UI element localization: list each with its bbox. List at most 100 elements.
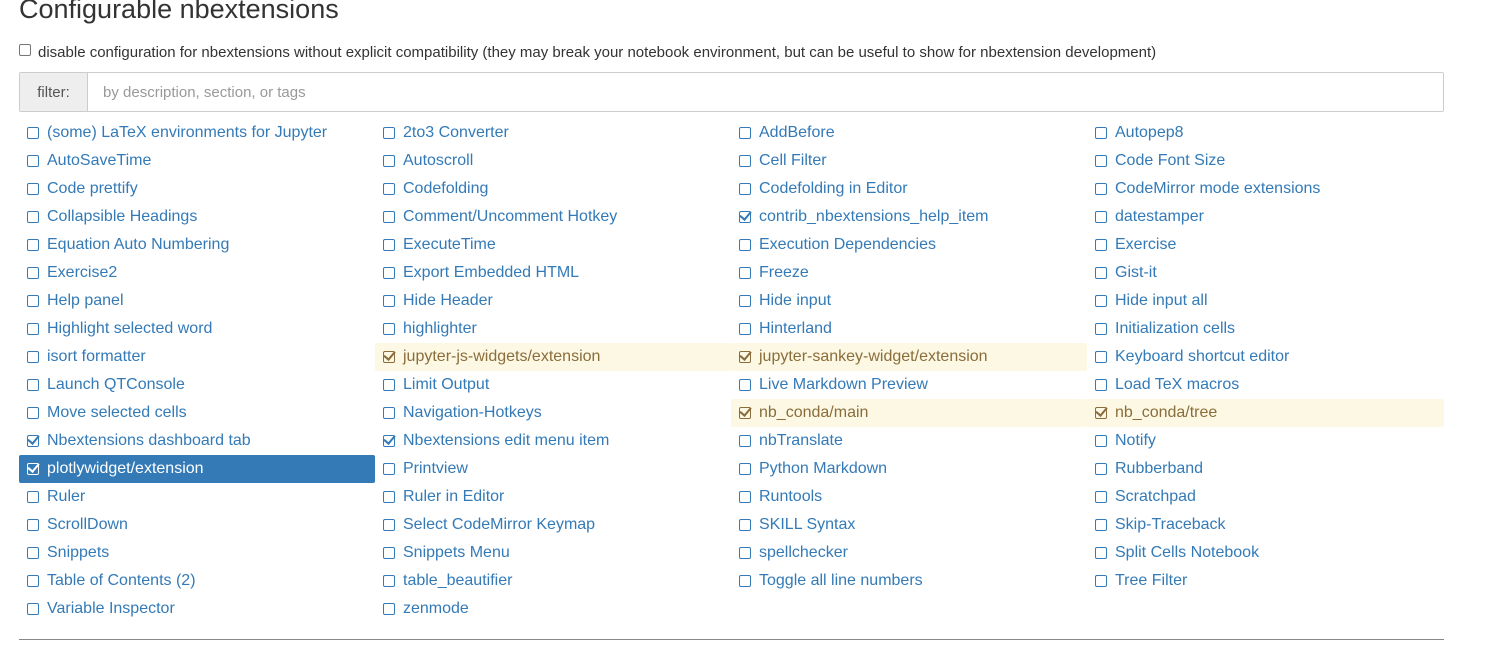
extension-item[interactable]: Cell Filter [731, 147, 1087, 175]
extension-item[interactable]: Hinterland [731, 315, 1087, 343]
unchecked-checkbox-icon[interactable] [383, 603, 395, 615]
extension-item[interactable]: Code Font Size [1087, 147, 1444, 175]
extension-label[interactable]: contrib_nbextensions_help_item [759, 208, 988, 226]
extension-label[interactable]: Gist-it [1115, 264, 1157, 282]
unchecked-checkbox-icon[interactable] [1095, 267, 1107, 279]
extension-item[interactable]: Navigation-Hotkeys [375, 399, 731, 427]
unchecked-checkbox-icon[interactable] [739, 435, 751, 447]
extension-label[interactable]: Split Cells Notebook [1115, 544, 1259, 562]
extension-label[interactable]: Printview [403, 460, 468, 478]
extension-item[interactable]: nb_conda/tree [1087, 399, 1444, 427]
extension-label[interactable]: Hinterland [759, 320, 832, 338]
unchecked-checkbox-icon[interactable] [739, 547, 751, 559]
unchecked-checkbox-icon[interactable] [739, 519, 751, 531]
extension-label[interactable]: Cell Filter [759, 152, 827, 170]
extension-label[interactable]: Hide input [759, 292, 831, 310]
extension-item[interactable]: Runtools [731, 483, 1087, 511]
extension-item[interactable]: Nbextensions dashboard tab [19, 427, 375, 455]
unchecked-checkbox-icon[interactable] [27, 323, 39, 335]
extension-item[interactable]: Highlight selected word [19, 315, 375, 343]
unchecked-checkbox-icon[interactable] [27, 239, 39, 251]
extension-label[interactable]: Autoscroll [403, 152, 473, 170]
unchecked-checkbox-icon[interactable] [383, 127, 395, 139]
extension-item[interactable]: Collapsible Headings [19, 203, 375, 231]
unchecked-checkbox-icon[interactable] [27, 407, 39, 419]
extension-label[interactable]: Notify [1115, 432, 1156, 450]
unchecked-checkbox-icon[interactable] [739, 127, 751, 139]
extension-item[interactable]: spellchecker [731, 539, 1087, 567]
extension-label[interactable]: 2to3 Converter [403, 124, 509, 142]
extension-item[interactable]: Help panel [19, 287, 375, 315]
unchecked-checkbox-icon[interactable] [27, 211, 39, 223]
checked-checkbox-icon[interactable] [1095, 407, 1107, 419]
extension-item[interactable]: Snippets [19, 539, 375, 567]
unchecked-checkbox-icon[interactable] [739, 183, 751, 195]
extension-item[interactable]: Nbextensions edit menu item [375, 427, 731, 455]
unchecked-checkbox-icon[interactable] [27, 351, 39, 363]
extension-label[interactable]: jupyter-sankey-widget/extension [759, 348, 988, 366]
unchecked-checkbox-icon[interactable] [739, 239, 751, 251]
extension-item[interactable]: Execution Dependencies [731, 231, 1087, 259]
extension-label[interactable]: Variable Inspector [47, 600, 175, 618]
extension-item[interactable]: Autopep8 [1087, 119, 1444, 147]
extension-label[interactable]: Python Markdown [759, 460, 887, 478]
extension-item[interactable]: Table of Contents (2) [19, 567, 375, 595]
extension-item[interactable]: Python Markdown [731, 455, 1087, 483]
extension-label[interactable]: Navigation-Hotkeys [403, 404, 542, 422]
extension-item[interactable]: SKILL Syntax [731, 511, 1087, 539]
extension-item[interactable]: contrib_nbextensions_help_item [731, 203, 1087, 231]
extension-label[interactable]: ScrollDown [47, 516, 128, 534]
unchecked-checkbox-icon[interactable] [27, 295, 39, 307]
extension-label[interactable]: Load TeX macros [1115, 376, 1239, 394]
extension-item[interactable]: Hide Header [375, 287, 731, 315]
unchecked-checkbox-icon[interactable] [1095, 379, 1107, 391]
extension-label[interactable]: Live Markdown Preview [759, 376, 928, 394]
unchecked-checkbox-icon[interactable] [1095, 547, 1107, 559]
unchecked-checkbox-icon[interactable] [383, 183, 395, 195]
extension-label[interactable]: Keyboard shortcut editor [1115, 348, 1289, 366]
unchecked-checkbox-icon[interactable] [27, 183, 39, 195]
extension-item[interactable]: Codefolding [375, 175, 731, 203]
extension-label[interactable]: Hide Header [403, 292, 493, 310]
extension-label[interactable]: Initialization cells [1115, 320, 1235, 338]
unchecked-checkbox-icon[interactable] [739, 323, 751, 335]
extension-label[interactable]: spellchecker [759, 544, 848, 562]
unchecked-checkbox-icon[interactable] [1095, 183, 1107, 195]
extension-label[interactable]: plotlywidget/extension [47, 460, 204, 478]
unchecked-checkbox-icon[interactable] [1095, 463, 1107, 475]
unchecked-checkbox-icon[interactable] [27, 547, 39, 559]
extension-item[interactable]: Printview [375, 455, 731, 483]
extension-item[interactable]: Keyboard shortcut editor [1087, 343, 1444, 371]
unchecked-checkbox-icon[interactable] [27, 127, 39, 139]
unchecked-checkbox-icon[interactable] [27, 379, 39, 391]
extension-item[interactable]: Equation Auto Numbering [19, 231, 375, 259]
extension-label[interactable]: Table of Contents (2) [47, 572, 196, 590]
extension-item[interactable]: isort formatter [19, 343, 375, 371]
extension-label[interactable]: Equation Auto Numbering [47, 236, 229, 254]
extension-item[interactable]: Hide input all [1087, 287, 1444, 315]
extension-item[interactable]: Code prettify [19, 175, 375, 203]
extension-label[interactable]: nb_conda/tree [1115, 404, 1217, 422]
extension-item[interactable]: Move selected cells [19, 399, 375, 427]
unchecked-checkbox-icon[interactable] [383, 547, 395, 559]
extension-label[interactable]: Skip-Traceback [1115, 516, 1226, 534]
unchecked-checkbox-icon[interactable] [383, 155, 395, 167]
extension-label[interactable]: Runtools [759, 488, 822, 506]
unchecked-checkbox-icon[interactable] [1095, 519, 1107, 531]
checked-checkbox-icon[interactable] [383, 351, 395, 363]
unchecked-checkbox-icon[interactable] [1095, 155, 1107, 167]
extension-item[interactable]: Limit Output [375, 371, 731, 399]
extension-item[interactable]: Live Markdown Preview [731, 371, 1087, 399]
extension-label[interactable]: Ruler [47, 488, 85, 506]
extension-label[interactable]: Nbextensions dashboard tab [47, 432, 251, 450]
extension-item[interactable]: Toggle all line numbers [731, 567, 1087, 595]
unchecked-checkbox-icon[interactable] [383, 211, 395, 223]
extension-item[interactable]: jupyter-sankey-widget/extension [731, 343, 1087, 371]
extension-item[interactable]: Ruler [19, 483, 375, 511]
extension-label[interactable]: Snippets [47, 544, 109, 562]
extension-item[interactable]: plotlywidget/extension [19, 455, 375, 483]
extension-item[interactable]: Gist-it [1087, 259, 1444, 287]
compat-toggle[interactable]: disable configuration for nbextensions w… [19, 41, 1156, 63]
extension-item[interactable]: ScrollDown [19, 511, 375, 539]
unchecked-checkbox-icon[interactable] [739, 295, 751, 307]
